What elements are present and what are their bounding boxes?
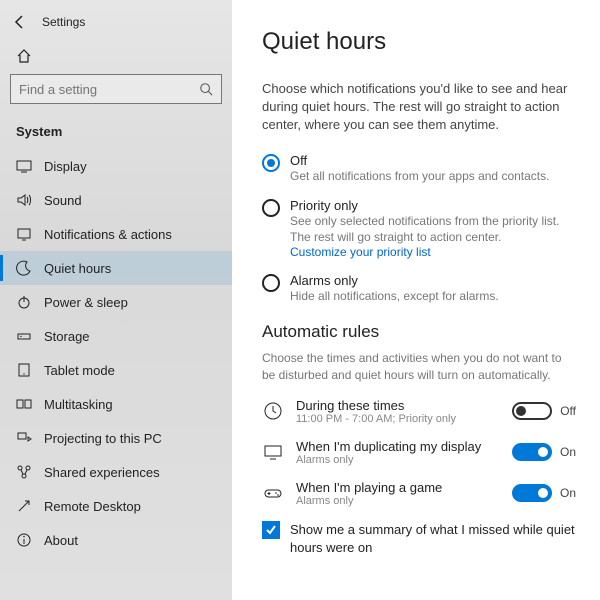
option-desc: See only selected notifications from the…	[290, 213, 576, 245]
sidebar: Settings System Display Sound Notificati…	[0, 0, 232, 600]
option-priority-only[interactable]: Priority only See only selected notifica…	[262, 198, 576, 259]
sidebar-item-label: Display	[44, 159, 87, 174]
remote-icon	[16, 498, 32, 514]
multitasking-icon	[16, 396, 32, 412]
sidebar-item-display[interactable]: Display	[0, 149, 232, 183]
section-heading: System	[0, 118, 232, 149]
search-input[interactable]	[10, 74, 222, 104]
sidebar-item-label: Multitasking	[44, 397, 113, 412]
customize-priority-link[interactable]: Customize your priority list	[290, 245, 576, 259]
summary-label: Show me a summary of what I missed while…	[290, 521, 576, 557]
notifications-icon	[16, 226, 32, 242]
sidebar-item-storage[interactable]: Storage	[0, 319, 232, 353]
option-alarms-only[interactable]: Alarms only Hide all notifications, exce…	[262, 273, 576, 304]
page-intro: Choose which notifications you'd like to…	[262, 80, 576, 135]
rule-duplicating-display[interactable]: When I'm duplicating my display Alarms o…	[262, 439, 576, 466]
display-icon	[16, 158, 32, 174]
option-title: Priority only	[290, 198, 576, 213]
sidebar-item-multitasking[interactable]: Multitasking	[0, 387, 232, 421]
home-icon[interactable]	[16, 48, 216, 64]
rule-playing-game[interactable]: When I'm playing a game Alarms only On	[262, 480, 576, 507]
sidebar-item-notifications[interactable]: Notifications & actions	[0, 217, 232, 251]
sidebar-item-label: Shared experiences	[44, 465, 160, 480]
moon-icon	[16, 260, 32, 276]
option-off[interactable]: Off Get all notifications from your apps…	[262, 153, 576, 184]
sidebar-item-tablet[interactable]: Tablet mode	[0, 353, 232, 387]
storage-icon	[16, 328, 32, 344]
sidebar-item-label: Quiet hours	[44, 261, 111, 276]
power-icon	[16, 294, 32, 310]
sidebar-item-projecting[interactable]: Projecting to this PC	[0, 421, 232, 455]
sidebar-item-remote[interactable]: Remote Desktop	[0, 489, 232, 523]
sidebar-item-label: Power & sleep	[44, 295, 128, 310]
sidebar-item-label: About	[44, 533, 78, 548]
sidebar-item-sound[interactable]: Sound	[0, 183, 232, 217]
checkbox-icon[interactable]	[262, 521, 280, 539]
search-field[interactable]	[19, 82, 199, 97]
tablet-icon	[16, 362, 32, 378]
toggle-state: On	[560, 445, 576, 459]
sidebar-item-power[interactable]: Power & sleep	[0, 285, 232, 319]
projecting-icon	[16, 430, 32, 446]
toggle[interactable]	[512, 443, 552, 461]
rule-sub: Alarms only	[296, 495, 500, 507]
window-title: Settings	[42, 15, 85, 29]
rule-during-times[interactable]: During these times 11:00 PM - 7:00 AM; P…	[262, 398, 576, 425]
search-icon	[199, 82, 213, 96]
clock-icon	[262, 400, 284, 422]
page-title: Quiet hours	[262, 28, 576, 56]
back-icon[interactable]	[12, 14, 28, 30]
sidebar-item-label: Tablet mode	[44, 363, 115, 378]
sidebar-item-quiet-hours[interactable]: Quiet hours	[0, 251, 232, 285]
main-content: Quiet hours Choose which notifications y…	[232, 0, 600, 600]
sidebar-item-label: Notifications & actions	[44, 227, 172, 242]
sidebar-item-label: Remote Desktop	[44, 499, 141, 514]
rules-sub: Choose the times and activities when you…	[262, 350, 576, 384]
option-title: Alarms only	[290, 273, 499, 288]
shared-icon	[16, 464, 32, 480]
toggle-state: On	[560, 486, 576, 500]
sidebar-item-about[interactable]: About	[0, 523, 232, 557]
radio-icon	[262, 199, 280, 217]
radio-icon	[262, 274, 280, 292]
sidebar-item-shared[interactable]: Shared experiences	[0, 455, 232, 489]
radio-icon	[262, 154, 280, 172]
rule-title: During these times	[296, 398, 500, 413]
info-icon	[16, 532, 32, 548]
sound-icon	[16, 192, 32, 208]
toggle[interactable]	[512, 402, 552, 420]
toggle-state: Off	[560, 404, 576, 418]
option-desc: Hide all notifications, except for alarm…	[290, 288, 499, 304]
sidebar-item-label: Sound	[44, 193, 82, 208]
rule-sub: Alarms only	[296, 454, 500, 466]
sidebar-item-label: Storage	[44, 329, 90, 344]
rules-heading: Automatic rules	[262, 322, 576, 342]
sidebar-item-label: Projecting to this PC	[44, 431, 162, 446]
rule-title: When I'm duplicating my display	[296, 439, 500, 454]
rule-sub: 11:00 PM - 7:00 AM; Priority only	[296, 413, 500, 425]
option-desc: Get all notifications from your apps and…	[290, 168, 549, 184]
rule-title: When I'm playing a game	[296, 480, 500, 495]
toggle[interactable]	[512, 484, 552, 502]
option-title: Off	[290, 153, 549, 168]
search-container	[0, 74, 232, 118]
monitor-icon	[262, 441, 284, 463]
gamepad-icon	[262, 482, 284, 504]
summary-checkbox-row[interactable]: Show me a summary of what I missed while…	[262, 521, 576, 557]
